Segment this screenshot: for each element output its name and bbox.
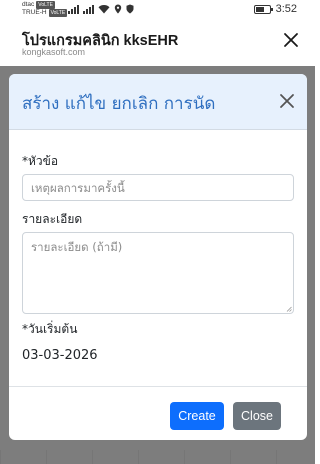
volte-badge-1: VoLTE	[36, 1, 55, 9]
app-bar: โปรแกรมคลินิก kksEHR kongkasoft.com	[0, 20, 315, 66]
carrier-name-1: dtac	[22, 1, 35, 8]
clock: 3:52	[275, 3, 297, 15]
volte-badge-2: VoLTE	[48, 9, 68, 17]
create-button[interactable]: Create	[170, 402, 224, 430]
details-textarea[interactable]	[22, 232, 294, 314]
appointment-modal: สร้าง แก้ไข ยกเลิก การนัด *หัวข้อ รายละเ…	[9, 74, 307, 440]
resize-grip-icon[interactable]	[286, 306, 292, 312]
wifi-icon	[98, 5, 110, 14]
close-icon[interactable]	[283, 32, 299, 48]
signal-icon	[68, 4, 79, 14]
modal-title: สร้าง แก้ไข ยกเลิก การนัด	[22, 94, 216, 114]
battery-icon	[253, 4, 273, 14]
subject-label: *หัวข้อ	[22, 154, 59, 168]
close-icon[interactable]	[279, 93, 295, 109]
close-button[interactable]: Close	[233, 402, 281, 430]
start-date-value[interactable]: 03-03-2026	[22, 348, 98, 363]
signal-icon	[83, 4, 94, 14]
shield-icon	[126, 4, 134, 14]
app-url: kongkasoft.com	[22, 47, 86, 57]
subject-input[interactable]	[22, 174, 294, 201]
status-icons	[68, 3, 134, 14]
status-bar: dtac VoLTE TRUE-H VoLTE 3:52	[0, 0, 315, 20]
background-content	[0, 450, 315, 464]
modal-header: สร้าง แก้ไข ยกเลิก การนัด	[9, 74, 307, 130]
start-date-label: *วันเริ่มต้น	[22, 322, 78, 336]
details-label: รายละเอียด	[22, 212, 83, 226]
carrier-info: dtac VoLTE TRUE-H VoLTE	[22, 1, 68, 17]
location-icon	[114, 4, 122, 14]
carrier-name-2: TRUE-H	[22, 9, 47, 16]
status-right: 3:52	[253, 3, 297, 15]
modal-footer-divider	[9, 386, 307, 387]
